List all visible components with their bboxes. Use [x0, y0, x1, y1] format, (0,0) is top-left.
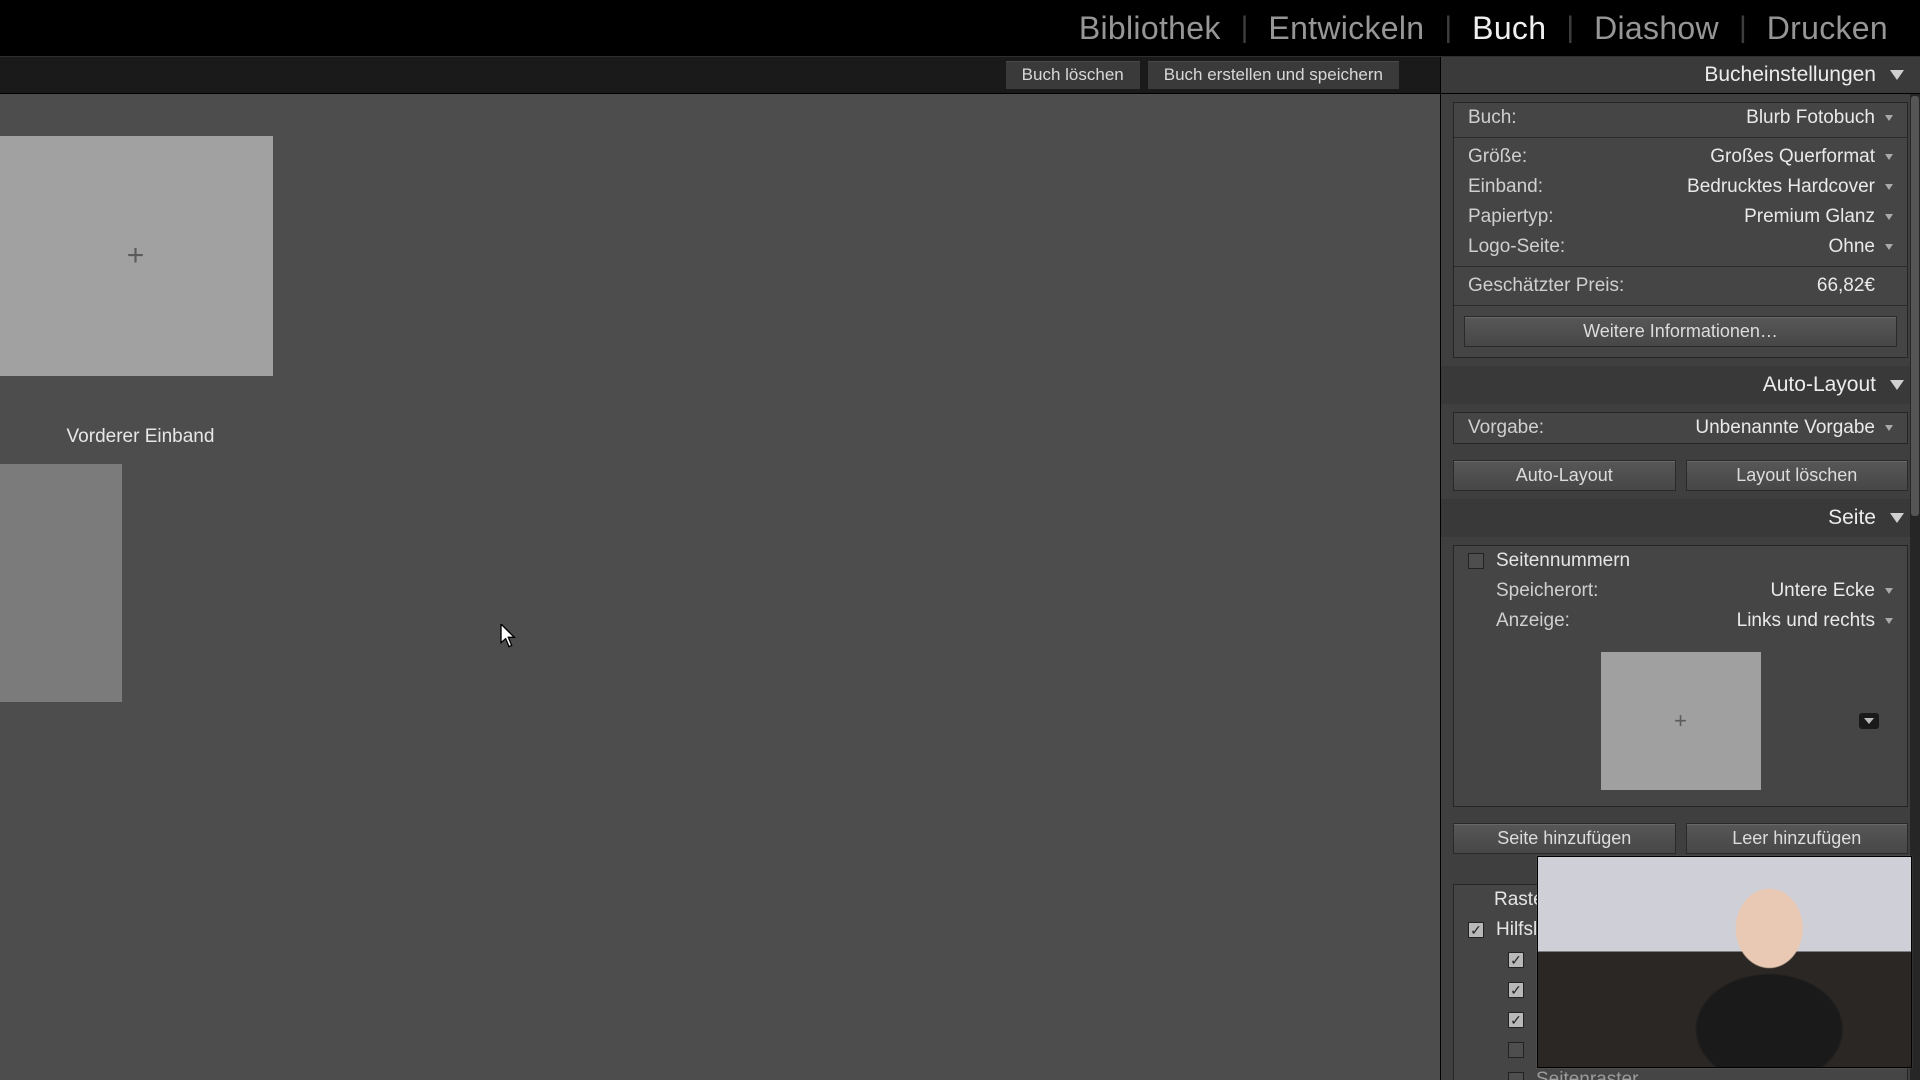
webcam-overlay	[1537, 856, 1912, 1068]
chevron-down-icon	[1885, 425, 1893, 431]
cover-dropdown[interactable]: Bedrucktes Hardcover	[1687, 176, 1893, 198]
book-settings-title: Bucheinstellungen	[1704, 63, 1876, 87]
page-panel-title: Seite	[1828, 506, 1876, 530]
page-numbers-label: Seitennummern	[1496, 550, 1630, 572]
seitenraster-checkbox[interactable]	[1508, 1072, 1524, 1080]
create-save-book-button[interactable]: Buch erstellen und speichern	[1147, 60, 1400, 90]
guide-sub2-checkbox[interactable]	[1508, 982, 1524, 998]
logopage-dropdown[interactable]: Ohne	[1829, 236, 1893, 258]
guide-sub3-checkbox[interactable]	[1508, 1012, 1524, 1028]
clear-layout-button[interactable]: Layout löschen	[1686, 460, 1909, 491]
fulltext-checkbox[interactable]	[1508, 1042, 1524, 1058]
add-blank-button[interactable]: Leer hinzufügen	[1686, 823, 1909, 854]
collapse-icon	[1890, 380, 1904, 390]
auto-layout-title: Auto-Layout	[1763, 373, 1876, 397]
page-panel-header[interactable]: Seite	[1441, 499, 1920, 537]
chevron-down-icon	[1885, 154, 1893, 160]
collapse-icon	[1890, 70, 1904, 80]
paper-dropdown[interactable]: Premium Glanz	[1744, 206, 1893, 228]
front-cover-label: Vorderer Einband	[3, 426, 278, 448]
show-guides-checkbox[interactable]	[1468, 922, 1484, 938]
updown-icon	[1885, 588, 1893, 594]
presenter-video	[1538, 857, 1911, 1067]
nav-library[interactable]: Bibliothek	[1061, 10, 1239, 47]
book-settings-section: Buch:Blurb Fotobuch Größe:Großes Querfor…	[1441, 94, 1920, 366]
plus-icon: +	[1674, 708, 1687, 734]
page-layout-preview[interactable]: +	[1601, 652, 1761, 790]
more-info-button[interactable]: Weitere Informationen…	[1464, 316, 1897, 347]
book-type-dropdown[interactable]: Blurb Fotobuch	[1746, 107, 1893, 129]
chevron-down-icon	[1864, 718, 1874, 724]
size-dropdown[interactable]: Großes Querformat	[1710, 146, 1893, 168]
book-toolbar: Buch löschen Buch erstellen und speicher…	[0, 56, 1920, 94]
page-layout-picker[interactable]	[1859, 713, 1879, 729]
book-settings-header[interactable]: Bucheinstellungen	[1440, 57, 1920, 93]
delete-book-button[interactable]: Buch löschen	[1005, 60, 1141, 90]
book-canvas[interactable]: + + er Einband Vorderer Einband	[0, 94, 1440, 1080]
front-cover-page[interactable]: +	[0, 136, 273, 376]
setting-paper: Papiertyp:Premium Glanz	[1454, 202, 1907, 232]
pagenum-location-dropdown[interactable]: Untere Ecke	[1770, 580, 1893, 602]
page-section: Seitennummern Speicherort:Untere Ecke An…	[1441, 537, 1920, 862]
estimated-price: Geschätzter Preis:66,82€	[1454, 271, 1907, 301]
auto-layout-header[interactable]: Auto-Layout	[1441, 366, 1920, 404]
nav-slideshow[interactable]: Diashow	[1576, 10, 1737, 47]
module-nav: Bibliothek| Entwickeln| Buch| Diashow| D…	[0, 0, 1920, 56]
setting-size: Größe:Großes Querformat	[1454, 142, 1907, 172]
setting-logopage: Logo-Seite:Ohne	[1454, 232, 1907, 262]
nav-book[interactable]: Buch	[1454, 10, 1564, 47]
preset-dropdown[interactable]: Unbenannte Vorgabe	[1695, 417, 1893, 439]
nav-print[interactable]: Drucken	[1749, 10, 1906, 47]
auto-layout-section: Vorgabe:Unbenannte Vorgabe Auto-Layout L…	[1441, 404, 1920, 499]
page-numbers-checkbox[interactable]	[1468, 553, 1484, 569]
cursor-icon	[500, 624, 518, 648]
chevron-down-icon	[1885, 214, 1893, 220]
plus-icon: +	[127, 239, 145, 273]
nav-develop[interactable]: Entwickeln	[1250, 10, 1442, 47]
setting-cover: Einband:Bedrucktes Hardcover	[1454, 172, 1907, 202]
pagenum-display-dropdown[interactable]: Links und rechts	[1737, 610, 1893, 632]
chevron-down-icon	[1885, 244, 1893, 250]
page-thumbnail[interactable]	[0, 464, 122, 702]
collapse-icon	[1890, 513, 1904, 523]
cover-spread: + + er Einband Vorderer Einband	[0, 136, 273, 376]
add-page-button[interactable]: Seite hinzufügen	[1453, 823, 1676, 854]
updown-icon	[1885, 618, 1893, 624]
auto-layout-button[interactable]: Auto-Layout	[1453, 460, 1676, 491]
guide-sub1-checkbox[interactable]	[1508, 952, 1524, 968]
setting-book: Buch:Blurb Fotobuch	[1454, 103, 1907, 133]
chevron-down-icon	[1885, 184, 1893, 190]
scrollbar-thumb[interactable]	[1911, 96, 1919, 516]
chevron-down-icon	[1885, 115, 1893, 121]
